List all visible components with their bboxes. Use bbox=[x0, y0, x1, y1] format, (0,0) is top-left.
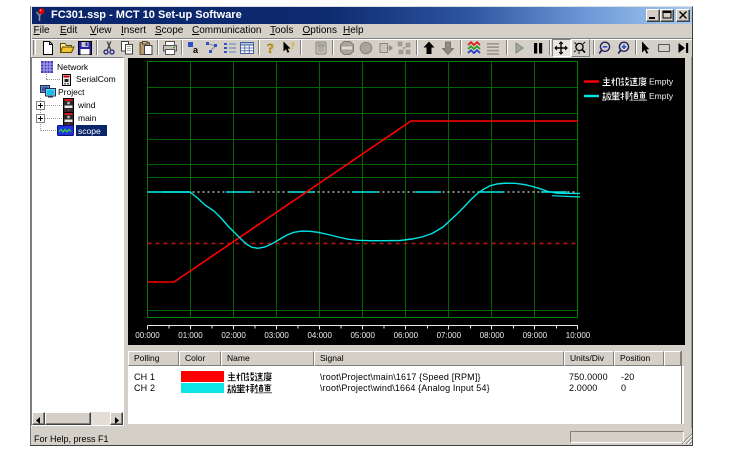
svg-text:02:000: 02:000 bbox=[221, 331, 246, 340]
svg-text:04:000: 04:000 bbox=[307, 331, 332, 340]
svg-text:05:000: 05:000 bbox=[350, 331, 375, 340]
svg-text:a: a bbox=[193, 45, 199, 55]
svg-text:00:000: 00:000 bbox=[135, 331, 160, 340]
svg-text:09:000: 09:000 bbox=[523, 331, 548, 340]
svg-text:03:000: 03:000 bbox=[264, 331, 289, 340]
svg-text:Empty: Empty bbox=[649, 91, 674, 101]
svg-text:01:000: 01:000 bbox=[178, 331, 203, 340]
svg-text:?: ? bbox=[290, 42, 295, 52]
svg-text:10:000: 10:000 bbox=[566, 331, 591, 340]
svg-text:Empty: Empty bbox=[649, 77, 674, 87]
svg-text:?: ? bbox=[267, 42, 274, 56]
svg-text:06:000: 06:000 bbox=[394, 331, 419, 340]
svg-text:08:000: 08:000 bbox=[480, 331, 505, 340]
svg-text:07:000: 07:000 bbox=[437, 331, 462, 340]
